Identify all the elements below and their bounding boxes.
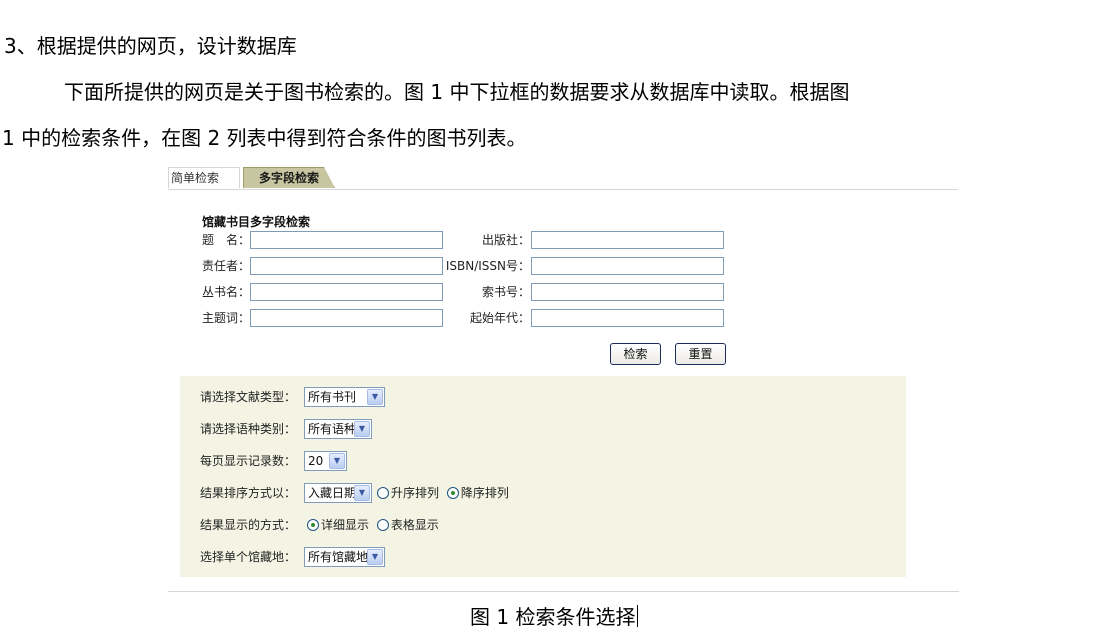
chevron-down-icon[interactable]: ▼ [367,549,383,565]
display-table-label: 表格显示 [390,518,439,532]
chevron-down-icon[interactable]: ▼ [354,421,370,437]
publisher-label: 出版社： [481,233,530,247]
isbn-label: ISBN/ISSN号： [445,259,530,273]
author-label: 责任者： [202,259,251,273]
tab-simple-search[interactable]: 简单检索 [168,167,240,188]
sort-select[interactable]: 入藏日期 ▼ [304,483,372,503]
sort-desc-label: 降序排列 [460,486,509,500]
form-title: 馆藏书目多字段检索 [202,215,311,229]
sort-order-group: 升序排列 降序排列 [377,483,513,503]
figure-caption: 图 1 检索条件选择 [470,605,639,629]
page-size-select[interactable]: 20 ▼ [304,451,347,471]
radio-checked-icon[interactable] [446,487,459,499]
start-year-label: 起始年代： [469,311,530,325]
section-heading: 3、根据提供的网页，设计数据库 [4,34,297,58]
call-number-input[interactable] [531,283,724,301]
radio-checked-icon[interactable] [307,519,319,531]
language-select[interactable]: 所有语种 ▼ [304,419,372,439]
sort-value: 入藏日期 [308,486,357,500]
paragraph-line-1: 下面所提供的网页是关于图书检索的。图 1 中下拉框的数据要求从数据库中读取。根据… [64,80,850,104]
sort-asc-option[interactable]: 升序排列 [377,483,439,503]
chevron-down-icon[interactable]: ▼ [367,389,383,405]
chevron-down-icon[interactable]: ▼ [354,485,370,501]
display-detail-option[interactable]: 详细显示 [307,515,369,535]
subject-input[interactable] [250,309,443,327]
sort-label: 结果排序方式以： [200,486,297,500]
display-detail-label: 详细显示 [321,518,370,532]
series-label: 丛书名： [202,285,251,299]
paragraph-line-2: 1 中的检索条件，在图 2 列表中得到符合条件的图书列表。 [2,126,527,150]
doc-type-value: 所有书刊 [308,390,357,404]
tab-multi-field-search[interactable]: 多字段检索 [243,167,335,188]
text-cursor [637,605,639,627]
page-size-value: 20 [308,454,324,468]
doc-type-label: 请选择文献类型： [200,390,297,404]
radio-icon[interactable] [376,519,389,531]
call-number-label: 索书号： [481,285,530,299]
sort-desc-option[interactable]: 降序排列 [446,483,509,503]
search-button[interactable]: 检索 [610,343,661,365]
figure-caption-text: 图 1 检索条件选择 [470,605,636,629]
subject-label: 主题词： [202,311,251,325]
language-label: 请选择语种类别： [200,422,297,436]
search-panel: 馆藏书目多字段检索 题 名： 出版社： 责任者： ISBN/ISSN号： 丛书名… [168,189,959,592]
publisher-input[interactable] [531,231,724,249]
series-input[interactable] [250,283,443,301]
display-label: 结果显示的方式： [200,518,297,532]
page-size-label: 每页显示记录数： [200,454,297,468]
author-input[interactable] [250,257,443,275]
sort-asc-label: 升序排列 [391,486,440,500]
location-value: 所有馆藏地 [308,550,369,564]
chevron-down-icon[interactable]: ▼ [329,453,345,469]
start-year-input[interactable] [531,309,724,327]
doc-type-select[interactable]: 所有书刊 ▼ [304,387,385,407]
title-input[interactable] [250,231,443,249]
display-mode-group: 详细显示 表格显示 [307,515,443,535]
reset-button[interactable]: 重置 [675,343,726,365]
isbn-input[interactable] [531,257,724,275]
options-box: 请选择文献类型： 所有书刊 ▼ 请选择语种类别： 所有语种 ▼ 每页显示记录数：… [180,376,906,577]
display-table-option[interactable]: 表格显示 [376,515,439,535]
radio-icon[interactable] [377,487,389,499]
location-select[interactable]: 所有馆藏地 ▼ [304,547,385,567]
location-label: 选择单个馆藏地： [200,550,297,564]
tab-strip: 简单检索 多字段检索 [168,167,958,190]
language-value: 所有语种 [308,422,357,436]
title-label: 题 名： [202,233,251,247]
